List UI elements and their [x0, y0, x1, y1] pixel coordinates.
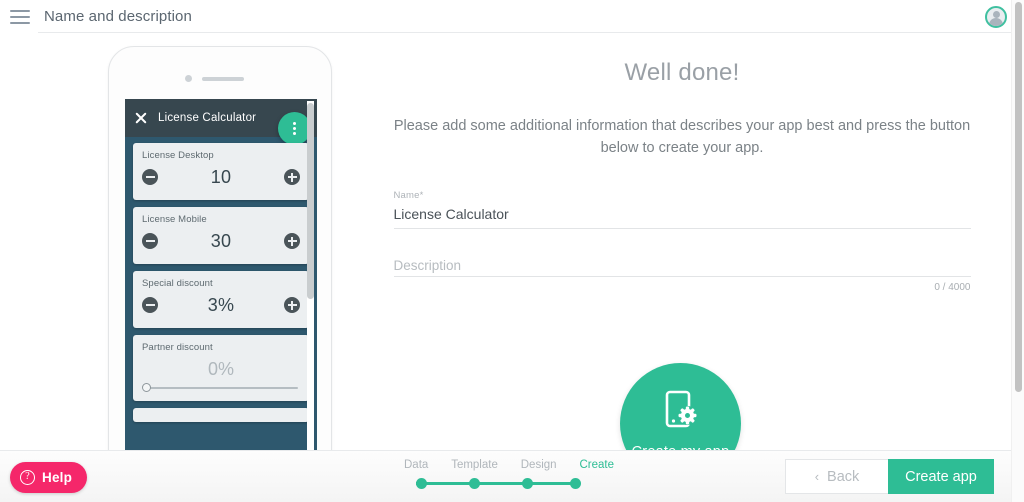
help-label: Help — [42, 470, 73, 485]
close-x-icon[interactable] — [134, 111, 148, 125]
stepper-value: 3% — [207, 294, 235, 315]
wizard-dot-template[interactable] — [469, 478, 480, 489]
plus-circle-icon[interactable] — [284, 169, 300, 185]
wizard-progress-bar — [416, 482, 575, 485]
main-area: License Calculator License Desktop 10 Li… — [0, 33, 1011, 484]
plus-circle-icon[interactable] — [284, 233, 300, 249]
description-input[interactable] — [393, 258, 971, 277]
wizard-dot-create[interactable] — [570, 478, 581, 489]
quantity-stepper: 30 — [142, 227, 300, 255]
question-circle-icon: ? — [20, 470, 35, 485]
character-counter: 0 / 4000 — [934, 282, 971, 293]
wizard-step-template[interactable]: Template — [451, 459, 498, 471]
user-avatar-icon[interactable] — [985, 6, 1007, 28]
wizard-step-data[interactable]: Data — [404, 459, 428, 471]
minus-circle-icon[interactable] — [142, 297, 158, 313]
list-item[interactable] — [133, 408, 309, 422]
wizard-step-create[interactable]: Create — [579, 459, 614, 471]
card-label: Partner discount — [142, 342, 213, 353]
avatar-body — [989, 18, 1003, 26]
headline: Well done! — [624, 59, 740, 86]
wizard-dot-design[interactable] — [522, 478, 533, 489]
hamburger-icon[interactable] — [10, 9, 30, 24]
phone-speaker-bar — [202, 77, 244, 81]
footer-bar: ? Help Data Template Design Create ‹ Bac… — [0, 450, 1011, 502]
phone-gear-icon — [659, 388, 703, 437]
avatar-head — [992, 11, 1000, 18]
minus-circle-icon[interactable] — [142, 233, 158, 249]
quantity-stepper: 3% — [142, 291, 300, 319]
phone-preview: License Calculator License Desktop 10 Li… — [108, 46, 332, 467]
plus-circle-icon[interactable] — [284, 297, 300, 313]
discount-slider[interactable] — [142, 383, 298, 392]
footer-nav-buttons: ‹ Back Create app — [785, 459, 994, 494]
list-item[interactable]: Special discount 3% — [133, 271, 309, 328]
top-bar: Name and description — [0, 0, 1011, 33]
slider-value: 0% — [207, 359, 234, 379]
phone-screen: License Calculator License Desktop 10 Li… — [125, 99, 317, 467]
subtext: Please add some additional information t… — [393, 118, 971, 156]
content-panel: Well done! Please add some additional in… — [372, 33, 992, 484]
preview-app-title: License Calculator — [158, 112, 257, 124]
name-field-label: Name* — [394, 190, 971, 201]
page-scrollbar-thumb[interactable] — [1015, 2, 1022, 392]
minus-circle-icon[interactable] — [142, 169, 158, 185]
preview-scrollbar-thumb[interactable] — [307, 103, 314, 299]
wizard-step-design[interactable]: Design — [521, 459, 557, 471]
list-item[interactable]: Partner discount 0% — [133, 335, 309, 401]
stepper-value: 30 — [210, 230, 232, 251]
wizard-dot-data[interactable] — [416, 478, 427, 489]
required-mark: * — [419, 190, 424, 201]
wizard-progress-line — [408, 477, 610, 489]
chevron-left-icon: ‹ — [814, 469, 820, 484]
back-button[interactable]: ‹ Back — [785, 459, 888, 494]
name-label-text: Name — [393, 190, 420, 201]
page-title: Name and description — [44, 8, 192, 25]
wizard-progress: Data Template Design Create — [404, 459, 614, 489]
name-input[interactable] — [393, 206, 971, 229]
page-scrollbar[interactable] — [1011, 0, 1024, 502]
help-button[interactable]: ? Help — [10, 462, 88, 493]
wizard-step-labels: Data Template Design Create — [404, 459, 614, 471]
slider-handle[interactable] — [142, 383, 151, 392]
preview-card-list: License Desktop 10 License Mobile 30 Spe… — [125, 137, 317, 467]
card-label: Special discount — [142, 278, 213, 289]
card-label: License Mobile — [142, 214, 207, 225]
back-button-label: Back — [827, 468, 860, 485]
name-field-group: Name* — [393, 190, 971, 229]
quantity-stepper: 10 — [142, 163, 300, 191]
create-app-button[interactable]: Create app — [888, 459, 994, 494]
app-root: Name and description License Calculator — [0, 0, 1024, 502]
description-field-group: 0 / 4000 — [393, 257, 971, 293]
stepper-value: 10 — [210, 166, 232, 187]
preview-scrollbar[interactable] — [307, 101, 314, 465]
list-item[interactable]: License Mobile 30 — [133, 207, 309, 264]
list-item[interactable]: License Desktop 10 — [133, 143, 309, 200]
card-label: License Desktop — [142, 150, 214, 161]
phone-camera-dot — [185, 75, 192, 82]
